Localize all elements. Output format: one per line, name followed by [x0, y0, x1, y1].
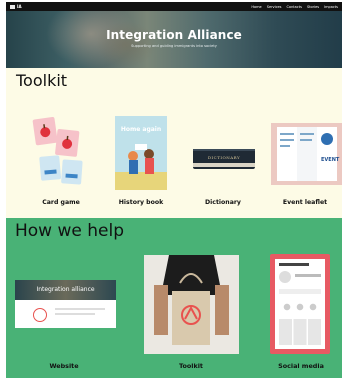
social-media-buttons — [279, 289, 321, 294]
social-media-highlights — [281, 303, 319, 311]
dictionary-spine-text: DICTIONARY — [207, 155, 241, 160]
social-media-phone-screen — [275, 259, 325, 349]
event-leaflet-word: EVENT — [321, 157, 340, 163]
toolkit-caption-card-game: Card game — [42, 199, 80, 206]
hero-subtitle: Supporting and guiding immigrants into s… — [131, 44, 217, 48]
help-caption-toolkit: Toolkit — [179, 362, 203, 370]
website-mock-logo-icon — [33, 308, 47, 322]
toolkit-section: Toolkit Card game Home again History boo… — [6, 68, 342, 218]
help-caption-website: Website — [49, 362, 79, 370]
social-media-avatar — [279, 271, 291, 283]
nav-link-impacts[interactable]: Impacts — [324, 5, 338, 9]
history-book-cover-title: Home again — [120, 126, 162, 133]
top-nav: IA Home Services Contacts Stories Impact… — [6, 2, 342, 11]
nav-link-stories[interactable]: Stories — [307, 5, 319, 9]
social-media-grid — [279, 319, 321, 345]
toolkit-caption-dictionary: Dictionary — [205, 199, 241, 206]
website-mock-text — [55, 308, 105, 310]
website-mock-text-2 — [55, 313, 95, 315]
logo-mark-icon — [10, 5, 15, 9]
website-mock-title: Integration alliance — [36, 286, 95, 293]
nav-link-services[interactable]: Services — [267, 5, 282, 9]
site-logo[interactable]: IA — [10, 4, 22, 9]
social-media-image[interactable] — [270, 254, 330, 354]
nav-link-home[interactable]: Home — [251, 5, 261, 9]
hero-title: Integration Alliance — [106, 28, 242, 42]
hero-banner: Integration Alliance Supporting and guid… — [6, 11, 342, 68]
social-media-header — [279, 263, 309, 266]
social-media-stats — [295, 274, 321, 277]
how-we-help-section: How we help Integration alliance Website… — [6, 218, 342, 378]
website-image[interactable]: Integration alliance — [15, 280, 116, 328]
toolkit-caption-event-leaflet: Event leaflet — [282, 199, 328, 206]
help-caption-social-media: Social media — [278, 362, 324, 370]
logo-text: IA — [17, 4, 22, 9]
tote-bag-image[interactable] — [144, 255, 239, 354]
nav-links: Home Services Contacts Stories Impacts — [251, 5, 342, 9]
dictionary-image[interactable]: DICTIONARY — [191, 145, 257, 171]
history-book-image[interactable]: Home again — [115, 116, 167, 190]
card-game-image[interactable] — [26, 110, 96, 190]
nav-link-contacts[interactable]: Contacts — [286, 5, 301, 9]
toolkit-caption-history-book: History book — [118, 199, 164, 206]
toolkit-title: Toolkit — [16, 71, 68, 90]
event-leaflet-image[interactable]: EVENT — [271, 123, 342, 185]
how-we-help-title: How we help — [15, 221, 125, 241]
